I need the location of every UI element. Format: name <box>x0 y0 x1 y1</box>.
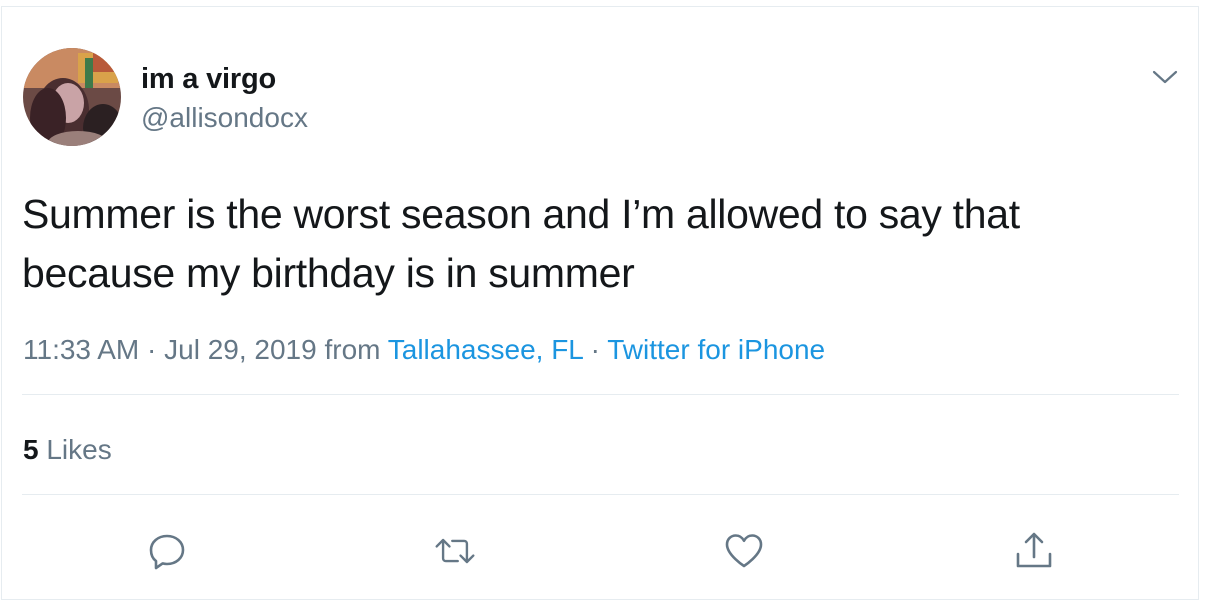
heart-icon[interactable] <box>722 529 766 573</box>
tweet-meta: 11:33 AM · Jul 29, 2019 from Tallahassee… <box>23 334 825 366</box>
likes-label: Likes <box>46 434 112 465</box>
avatar[interactable] <box>23 48 121 146</box>
reply-icon[interactable] <box>145 529 189 573</box>
tweet-card: im a virgo @allisondocx Summer is the wo… <box>1 6 1199 600</box>
likes-count: 5 <box>23 434 39 465</box>
share-icon[interactable] <box>1012 529 1056 573</box>
from-label: from <box>324 334 381 365</box>
likes-stat[interactable]: 5 Likes <box>23 434 112 466</box>
meta-separator: · <box>147 334 157 365</box>
divider <box>22 394 1179 395</box>
retweet-icon[interactable] <box>433 529 477 573</box>
display-name[interactable]: im a virgo <box>141 63 276 96</box>
meta-separator: · <box>590 334 600 365</box>
divider <box>22 494 1179 495</box>
location-link[interactable]: Tallahassee, FL <box>388 334 583 365</box>
tweet-date[interactable]: Jul 29, 2019 <box>164 334 317 365</box>
user-handle[interactable]: @allisondocx <box>141 102 308 134</box>
tweet-text: Summer is the worst season and I’m allow… <box>22 191 1020 296</box>
tweet-time[interactable]: 11:33 AM <box>23 334 139 365</box>
chevron-down-icon[interactable] <box>1150 65 1180 89</box>
source-link[interactable]: Twitter for iPhone <box>607 334 825 365</box>
